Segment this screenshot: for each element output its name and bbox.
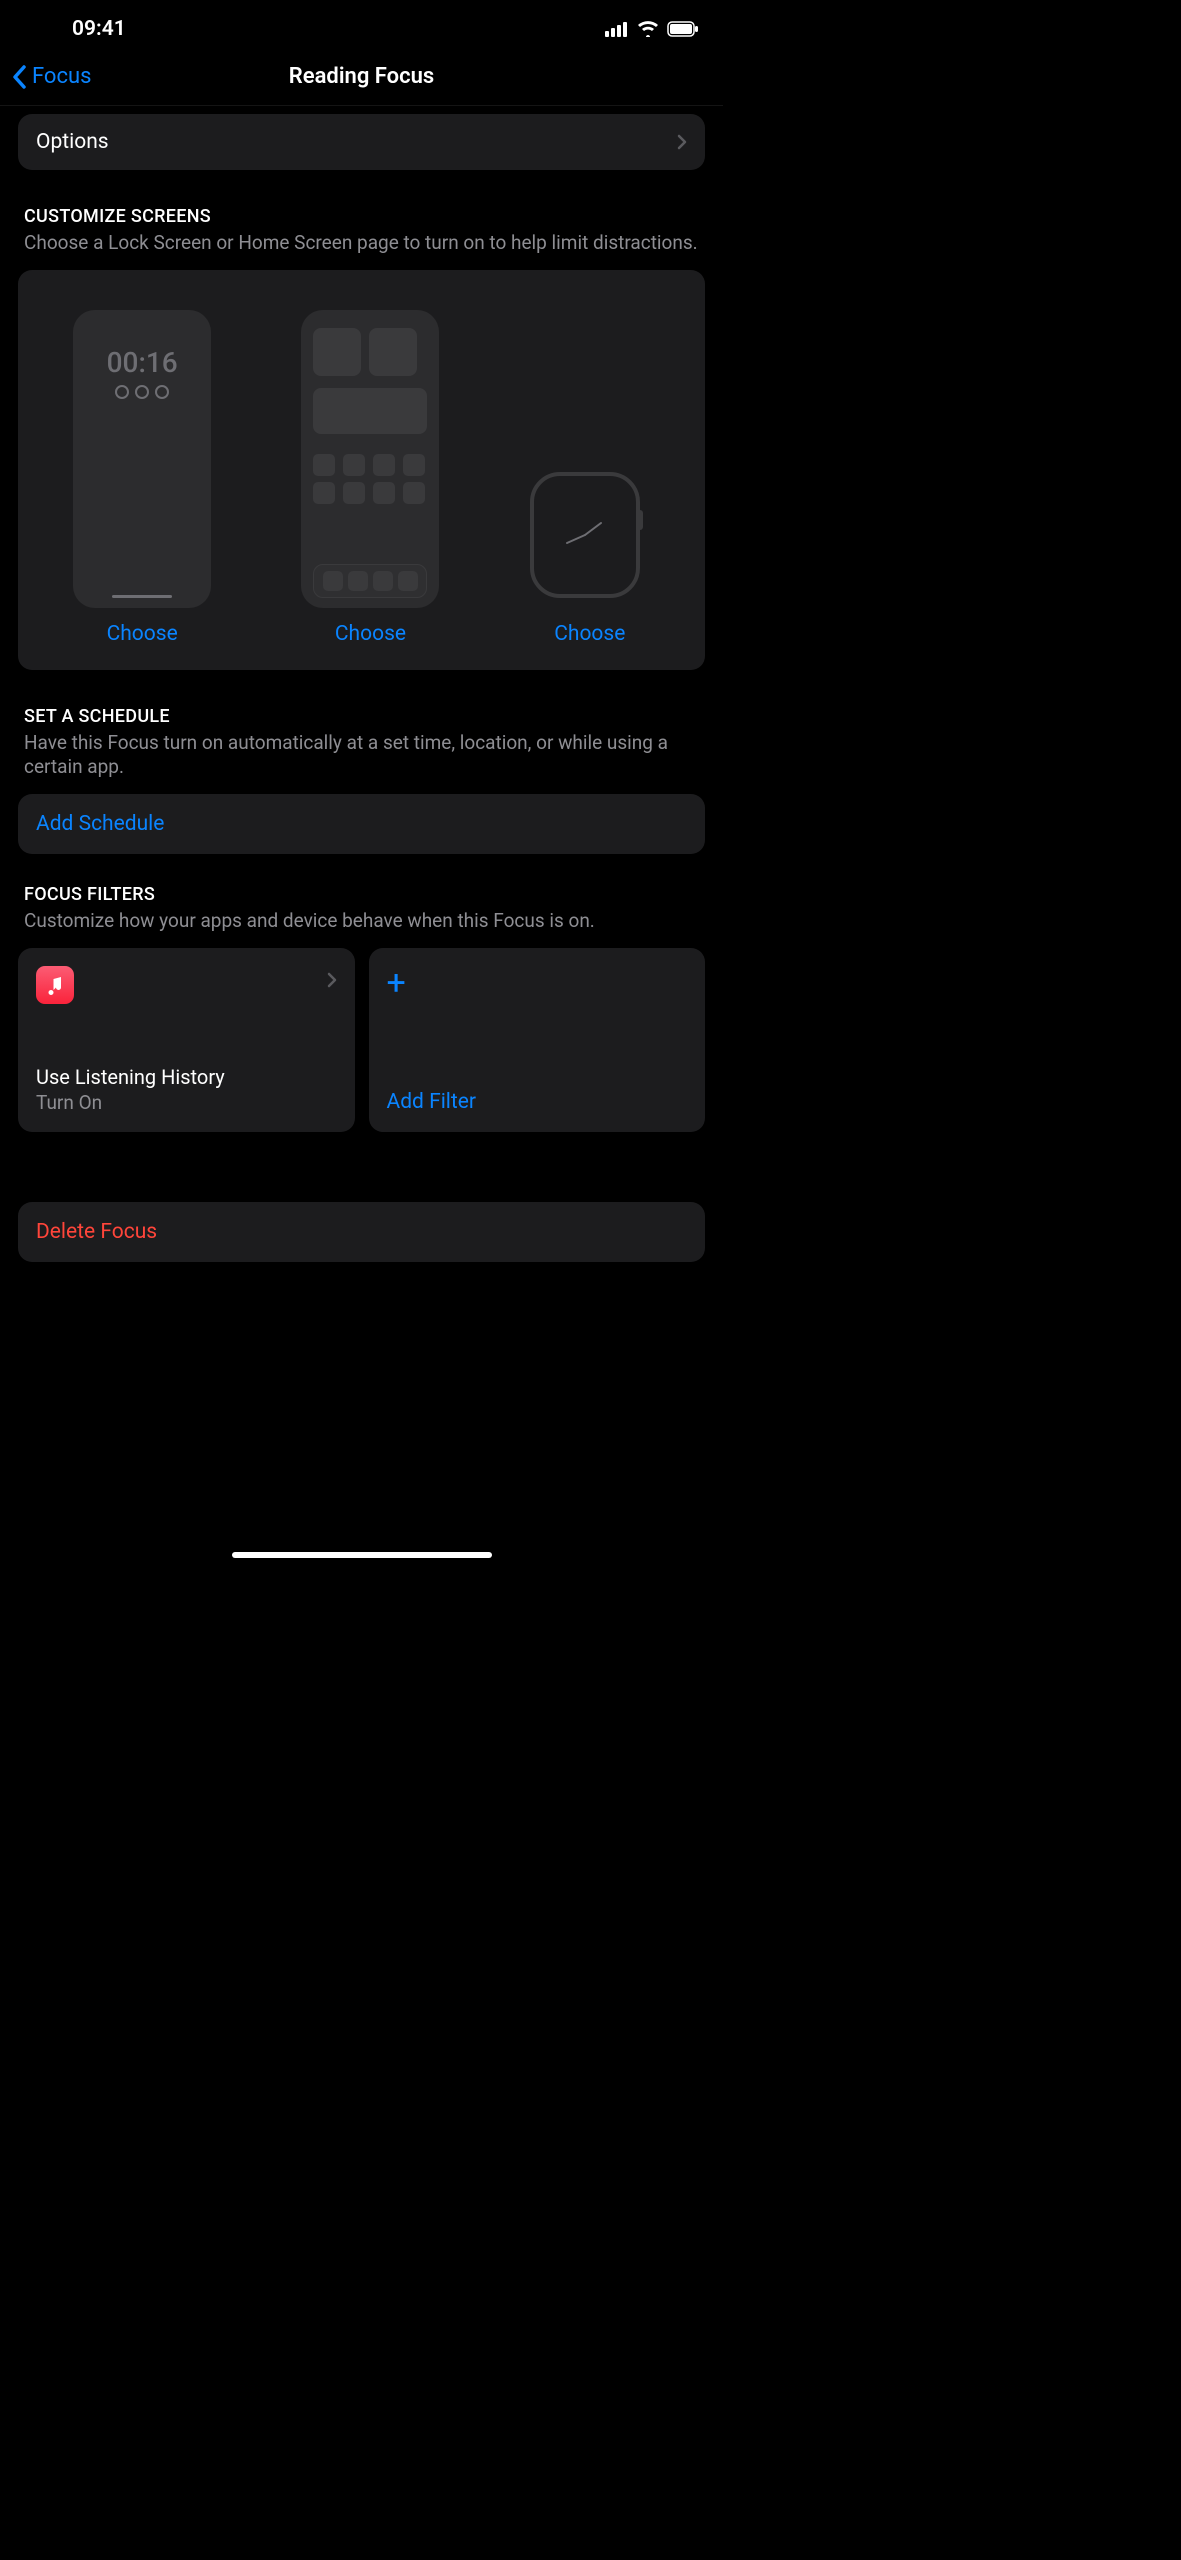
customize-title: CUSTOMIZE SCREENS — [24, 206, 699, 227]
watch-crown-icon — [636, 510, 643, 530]
wifi-icon — [637, 21, 659, 37]
clock-hands-icon — [555, 505, 615, 565]
watch-preview[interactable] — [530, 472, 650, 608]
lock-screen-time: 00:16 — [107, 346, 178, 379]
choose-home-button[interactable]: Choose — [335, 622, 406, 646]
app-grid-icon — [313, 454, 427, 504]
schedule-title: SET A SCHEDULE — [24, 706, 699, 727]
chevron-right-icon — [327, 972, 337, 988]
music-app-icon — [36, 966, 74, 1004]
lock-widgets-icon — [115, 385, 169, 399]
choose-lock-button[interactable]: Choose — [107, 622, 178, 646]
music-filter-card[interactable]: Use Listening History Turn On — [18, 948, 355, 1132]
chevron-right-icon — [677, 134, 687, 150]
filters-row: Use Listening History Turn On + Add Filt… — [18, 948, 705, 1132]
status-time: 09:41 — [72, 17, 126, 41]
choose-watch-button[interactable]: Choose — [554, 622, 625, 646]
options-group: Options — [18, 114, 705, 170]
filters-sub: Customize how your apps and device behav… — [24, 909, 699, 934]
home-screen-column: Choose — [301, 310, 439, 646]
home-screen-preview[interactable] — [301, 310, 439, 608]
add-schedule-label: Add Schedule — [36, 812, 164, 836]
home-indicator[interactable] — [232, 1552, 492, 1558]
status-bar: 09:41 — [0, 0, 723, 54]
status-icons — [605, 21, 699, 37]
add-schedule-button[interactable]: Add Schedule — [18, 794, 705, 854]
options-label: Options — [36, 130, 109, 154]
add-filter-card[interactable]: + Add Filter — [369, 948, 706, 1132]
back-label: Focus — [32, 64, 91, 89]
watch-column: Choose — [530, 310, 650, 646]
customize-header: CUSTOMIZE SCREENS Choose a Lock Screen o… — [18, 206, 705, 256]
add-filter-label: Add Filter — [387, 1090, 688, 1114]
back-button[interactable]: Focus — [12, 64, 91, 89]
filters-title: FOCUS FILTERS — [24, 884, 699, 905]
music-filter-title: Use Listening History — [36, 1065, 337, 1089]
home-widgets-icon — [313, 328, 427, 376]
home-widget-wide-icon — [313, 388, 427, 434]
schedule-sub: Have this Focus turn on automatically at… — [24, 731, 699, 780]
home-indicator-icon — [112, 595, 172, 598]
filters-header: FOCUS FILTERS Customize how your apps an… — [18, 884, 705, 934]
schedule-header: SET A SCHEDULE Have this Focus turn on a… — [18, 706, 705, 780]
chevron-left-icon — [12, 65, 28, 89]
lock-screen-column: 00:16 Choose — [73, 310, 211, 646]
page-title: Reading Focus — [289, 64, 434, 89]
nav-bar: Focus Reading Focus — [0, 54, 723, 106]
options-cell[interactable]: Options — [18, 114, 705, 170]
music-filter-sub: Turn On — [36, 1091, 337, 1114]
cellular-icon — [605, 21, 629, 37]
delete-focus-button[interactable]: Delete Focus — [18, 1202, 705, 1262]
dock-icon — [313, 564, 427, 598]
delete-focus-label: Delete Focus — [36, 1220, 157, 1244]
battery-icon — [667, 21, 699, 37]
lock-screen-preview[interactable]: 00:16 — [73, 310, 211, 608]
screens-card: 00:16 Choose Choose — [18, 270, 705, 670]
plus-icon: + — [387, 966, 688, 1000]
customize-sub: Choose a Lock Screen or Home Screen page… — [24, 231, 699, 256]
